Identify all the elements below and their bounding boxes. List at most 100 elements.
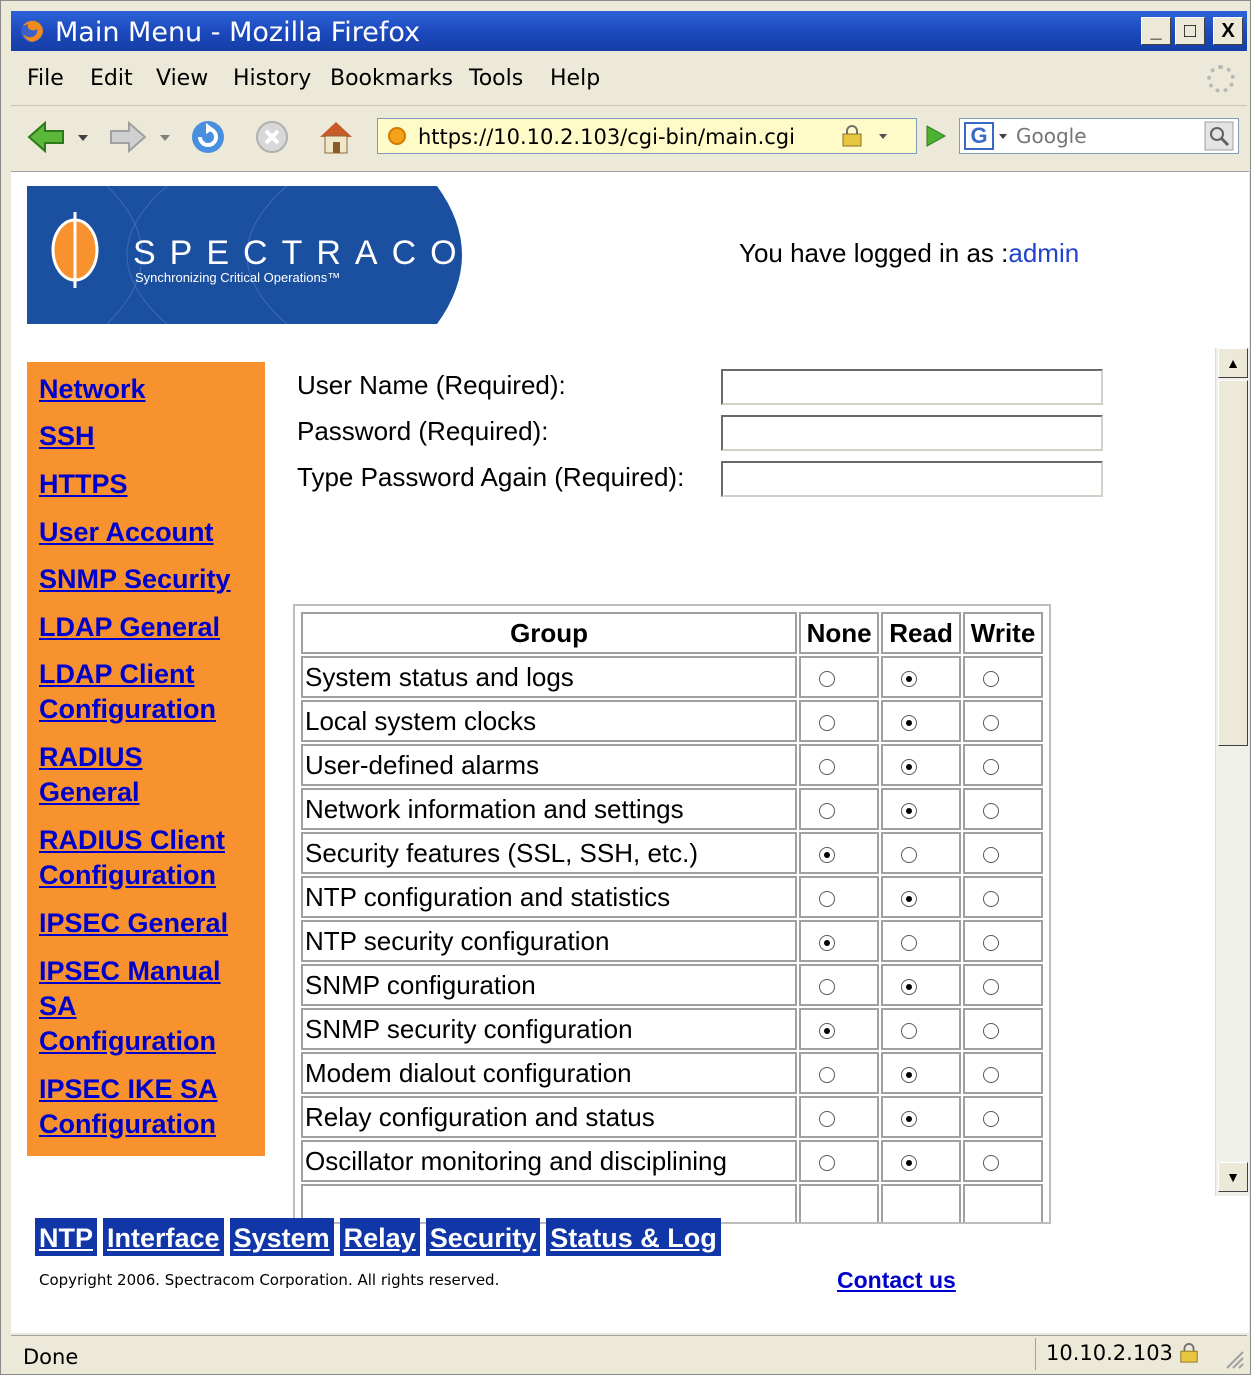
radio-none[interactable] [819, 934, 836, 951]
google-engine-icon[interactable]: G [964, 122, 994, 150]
menu-tools[interactable]: Tools [469, 66, 523, 91]
search-input[interactable] [1016, 123, 1186, 149]
search-icon[interactable] [1204, 121, 1234, 151]
nav-security[interactable]: Security [425, 1218, 541, 1256]
radio-read[interactable] [901, 670, 918, 687]
forward-arrow-icon[interactable] [107, 116, 149, 158]
permission-cell-write [963, 656, 1043, 698]
radio-read[interactable] [901, 1154, 918, 1171]
radio-write[interactable] [983, 714, 1000, 731]
engine-dropdown-icon[interactable] [996, 125, 1010, 147]
sidebar-link-network[interactable]: Network [39, 372, 146, 407]
username-field[interactable] [721, 369, 1103, 405]
permission-group-label: SNMP security configuration [301, 1008, 798, 1050]
minimize-button[interactable]: _ [1141, 17, 1171, 45]
radio-none[interactable] [819, 978, 836, 995]
back-dropdown-icon[interactable] [73, 116, 93, 158]
sidebar-link-ipsec-ike-sa[interactable]: IPSEC IKE SA Configuration [39, 1072, 239, 1142]
radio-none[interactable] [819, 758, 836, 775]
radio-read[interactable] [901, 934, 918, 951]
menu-bar: File Edit View History Bookmarks Tools H… [11, 57, 1247, 101]
close-button[interactable]: X [1213, 17, 1243, 45]
permission-cell-write [963, 700, 1043, 742]
radio-read[interactable] [901, 846, 918, 863]
radio-none[interactable] [819, 890, 836, 907]
nav-relay[interactable]: Relay [339, 1218, 420, 1256]
menu-edit[interactable]: Edit [90, 66, 133, 91]
sidebar-link-https[interactable]: HTTPS [39, 467, 128, 502]
contact-us-link[interactable]: Contact us [837, 1267, 956, 1294]
radio-none[interactable] [819, 670, 836, 687]
reload-icon[interactable] [187, 116, 229, 158]
url-bar[interactable]: https://10.10.2.103/cgi-bin/main.cgi [377, 118, 917, 154]
radio-read[interactable] [901, 978, 918, 995]
back-arrow-icon[interactable] [25, 116, 67, 158]
url-text[interactable]: https://10.10.2.103/cgi-bin/main.cgi [418, 125, 795, 149]
radio-read[interactable] [901, 1066, 918, 1083]
scroll-thumb[interactable] [1218, 380, 1248, 746]
menu-history[interactable]: History [233, 66, 311, 91]
radio-write[interactable] [983, 1110, 1000, 1127]
radio-none[interactable] [819, 846, 836, 863]
radio-write[interactable] [983, 846, 1000, 863]
sidebar-link-ldap-general[interactable]: LDAP General [39, 610, 220, 645]
vertical-scrollbar[interactable]: ▲ ▼ [1215, 348, 1249, 1196]
sidebar-link-ldap-client[interactable]: LDAP Client Configuration [39, 657, 239, 727]
sidebar-link-radius-client[interactable]: RADIUS Client Configuration [39, 823, 249, 893]
sidebar-link-snmp-security[interactable]: SNMP Security [39, 562, 231, 597]
go-arrow-icon[interactable] [917, 118, 953, 154]
radio-read[interactable] [901, 890, 918, 907]
radio-write[interactable] [983, 1022, 1000, 1039]
scroll-down-button[interactable]: ▼ [1218, 1162, 1248, 1192]
col-header-none: None [799, 612, 880, 654]
resize-grip-icon[interactable] [1221, 1346, 1245, 1370]
site-identity-icon[interactable] [388, 127, 406, 145]
menu-file[interactable]: File [27, 66, 64, 91]
nav-system[interactable]: System [229, 1218, 334, 1256]
radio-read[interactable] [901, 802, 918, 819]
padlock-icon[interactable] [840, 125, 864, 147]
radio-none[interactable] [819, 714, 836, 731]
radio-write[interactable] [983, 1066, 1000, 1083]
nav-ntp[interactable]: NTP [35, 1218, 97, 1256]
radio-read[interactable] [901, 1022, 918, 1039]
menu-view[interactable]: View [156, 66, 208, 91]
permission-cell-write [963, 744, 1043, 786]
nav-interface[interactable]: Interface [103, 1218, 224, 1256]
maximize-button[interactable]: □ [1175, 17, 1205, 45]
radio-none[interactable] [819, 802, 836, 819]
radio-read[interactable] [901, 1110, 918, 1127]
radio-none[interactable] [819, 1154, 836, 1171]
radio-none[interactable] [819, 1066, 836, 1083]
padlock-status-icon[interactable] [1178, 1343, 1200, 1363]
radio-write[interactable] [983, 802, 1000, 819]
radio-none[interactable] [819, 1110, 836, 1127]
table-row: Modem dialout configuration [301, 1052, 1043, 1094]
sidebar-link-radius-general[interactable]: RADIUS General [39, 740, 199, 810]
radio-write[interactable] [983, 890, 1000, 907]
stop-icon[interactable] [251, 116, 293, 158]
radio-write[interactable] [983, 934, 1000, 951]
forward-dropdown-icon[interactable] [155, 116, 175, 158]
radio-none[interactable] [819, 1022, 836, 1039]
sidebar-link-ssh[interactable]: SSH [39, 419, 95, 454]
radio-write[interactable] [983, 670, 1000, 687]
radio-write[interactable] [983, 758, 1000, 775]
sidebar-link-ipsec-manual-sa[interactable]: IPSEC Manual SA Configuration [39, 954, 239, 1059]
radio-read[interactable] [901, 714, 918, 731]
nav-status-log[interactable]: Status & Log [546, 1218, 721, 1256]
table-row: Local system clocks [301, 700, 1043, 742]
sidebar-link-user-account[interactable]: User Account [39, 515, 214, 550]
sidebar-link-ipsec-general[interactable]: IPSEC General [39, 906, 228, 941]
menu-bookmarks[interactable]: Bookmarks [330, 66, 453, 91]
scroll-up-button[interactable]: ▲ [1218, 348, 1248, 378]
password-field[interactable] [721, 415, 1103, 451]
password-again-field[interactable] [721, 461, 1103, 497]
url-dropdown-icon[interactable] [876, 125, 890, 147]
permission-group-label: User-defined alarms [301, 744, 798, 786]
home-icon[interactable] [315, 116, 357, 158]
menu-help[interactable]: Help [550, 66, 600, 91]
radio-read[interactable] [901, 758, 918, 775]
radio-write[interactable] [983, 1154, 1000, 1171]
radio-write[interactable] [983, 978, 1000, 995]
